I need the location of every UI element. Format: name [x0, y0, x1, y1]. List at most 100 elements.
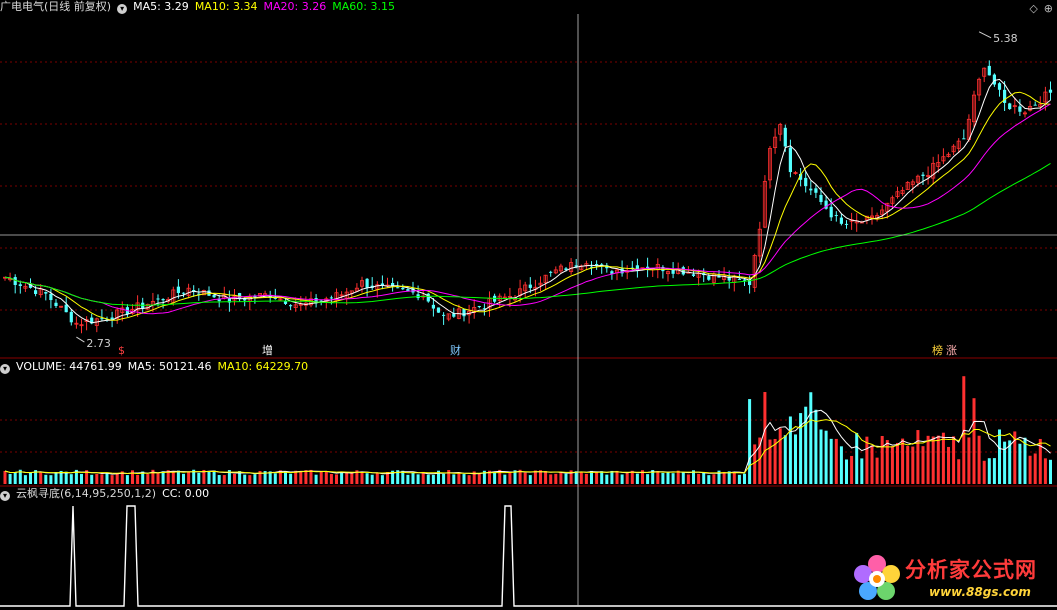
volume-bar [426, 474, 430, 484]
volume-bar [763, 392, 767, 484]
dropdown-icon[interactable]: ▾ [0, 364, 10, 374]
volume-bar [982, 460, 986, 484]
dropdown-icon[interactable]: ▾ [117, 4, 128, 14]
stock-title[interactable]: 广电电气(日线 前复权) [0, 0, 111, 13]
volume-bar [105, 472, 109, 484]
volume-bar [335, 474, 338, 484]
volume-bar [737, 474, 741, 484]
volume-bar [289, 473, 293, 484]
candle-body [283, 301, 288, 304]
volume-bar [1003, 441, 1007, 484]
diamond-icon[interactable]: ◇ [1029, 2, 1037, 15]
volume-bar [911, 446, 915, 484]
candle-body [477, 306, 481, 308]
volume-bar [380, 475, 384, 484]
volume-bar [957, 459, 961, 484]
ma10-line [4, 91, 1051, 321]
volume-bar [590, 470, 593, 484]
volume-bar [824, 430, 828, 484]
volume-bar [753, 444, 757, 484]
volume-bar [554, 473, 558, 484]
candle-body [289, 305, 293, 307]
volume-bar [788, 416, 792, 484]
volume-bar [324, 471, 328, 484]
candle-body [156, 298, 160, 300]
stock-chart[interactable]: 5.38 2.73 $ 增 财 榜涨 [0, 0, 1057, 610]
volume-bar [44, 474, 48, 484]
panel-controls: ◇ ⊕ [1023, 2, 1053, 15]
ma20-line [4, 103, 1051, 315]
volume-bar [49, 475, 53, 484]
candle-body [436, 307, 441, 313]
candle-body [834, 215, 838, 217]
volume-bar [431, 474, 435, 484]
volume-bar [931, 436, 935, 484]
event-marker: $ [118, 344, 125, 357]
volume-bar [926, 435, 930, 484]
candle-body [783, 127, 787, 147]
candle-body [401, 287, 405, 290]
candle-body [549, 271, 553, 273]
volume-bar [783, 435, 787, 484]
volume-bar [3, 470, 7, 484]
candle-body [844, 223, 849, 225]
candle-body [962, 138, 966, 140]
volume-bar [809, 392, 813, 484]
volume-bar [977, 435, 981, 484]
volume-bar [870, 445, 874, 484]
volume-bar [233, 473, 236, 484]
volume-bar [646, 474, 650, 484]
candle-body [809, 188, 813, 191]
volume-bar [284, 471, 287, 484]
volume-bar [69, 474, 73, 484]
volume-bar [865, 436, 869, 484]
event-marker: 涨 [946, 344, 957, 357]
volume-bar [365, 473, 369, 484]
volume-value: VOLUME: 44761.99 [16, 360, 122, 373]
volume-bar [248, 475, 252, 484]
volume-bar [778, 428, 782, 484]
volume-bar [314, 474, 318, 484]
volume-bar [773, 438, 777, 484]
candle-body [997, 83, 1002, 90]
volume-bar [1049, 459, 1052, 484]
high-price-label: 5.38 [993, 32, 1018, 45]
volume-bar [375, 472, 379, 484]
volume-bar [411, 472, 415, 484]
volume-bar [273, 473, 277, 484]
candle-body [839, 217, 843, 224]
volume-bar [253, 474, 257, 484]
volume-bar [722, 471, 726, 484]
volume-bar [656, 471, 660, 484]
volume-bar [1033, 453, 1037, 484]
candle-body [1018, 106, 1022, 112]
candle-body [64, 304, 68, 313]
volume-bar [309, 469, 313, 484]
volume-bar [171, 472, 175, 484]
volume-bar [839, 446, 843, 484]
candle-body [707, 276, 711, 280]
volume-bar [743, 473, 746, 484]
volume-bar [992, 458, 996, 484]
candle-body [176, 286, 180, 293]
volume-bar [64, 471, 68, 484]
indicator-name: 云枫寻底(6,14,95,250,1,2) [16, 487, 157, 500]
volume-bar [467, 475, 471, 484]
volume-bar [319, 471, 323, 484]
zoom-icon[interactable]: ⊕ [1044, 2, 1053, 15]
dropdown-icon[interactable]: ▾ [0, 491, 10, 501]
ma20-value: MA20: 3.26 [263, 0, 327, 13]
candle-body [100, 318, 104, 320]
volume-bar [477, 473, 481, 484]
candle-body [737, 278, 741, 280]
volume-bar [110, 475, 114, 484]
volume-bar [972, 398, 976, 484]
volume-bar [182, 473, 185, 484]
volume-bar [921, 446, 925, 484]
volume-bar [207, 472, 211, 484]
volume-bar [630, 470, 634, 484]
volume-bar [125, 475, 129, 484]
volume-bar [416, 474, 420, 484]
volume-bar [804, 406, 808, 484]
volume-bar [136, 474, 140, 484]
